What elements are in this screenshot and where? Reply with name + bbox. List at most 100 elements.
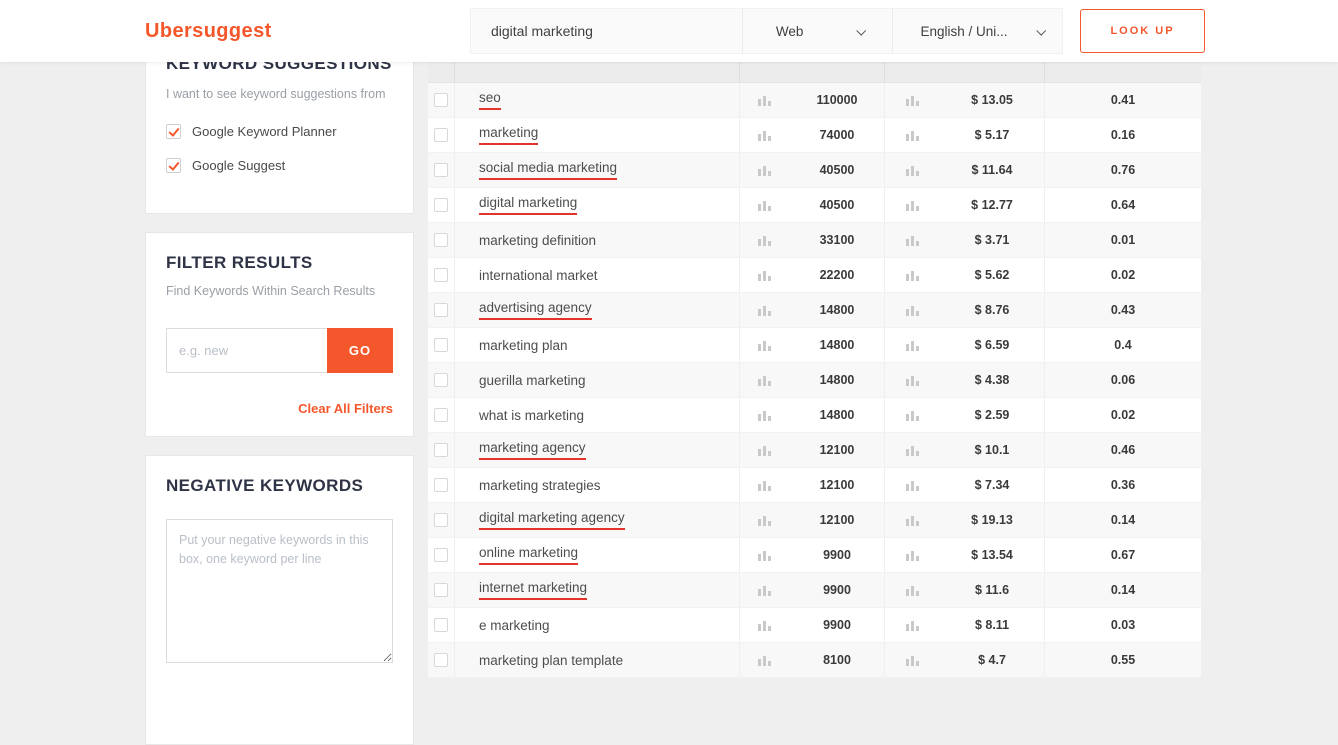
clear-all-filters-link[interactable]: Clear All Filters: [166, 401, 393, 416]
volume-bar-chart-icon[interactable]: [758, 479, 772, 491]
row-checkbox[interactable]: [434, 478, 448, 492]
row-checkbox[interactable]: [434, 268, 448, 282]
cpc-bar-chart-icon[interactable]: [906, 619, 920, 631]
volume-bar-chart-icon[interactable]: [758, 374, 772, 386]
cpc-bar-chart-icon[interactable]: [906, 444, 920, 456]
cpc-bar-chart-icon[interactable]: [906, 654, 920, 666]
competition-value: 0.43: [1111, 303, 1135, 317]
keyword-link[interactable]: online marketing: [479, 545, 578, 565]
cpc-value: $ 5.62: [975, 268, 1010, 282]
row-checkbox[interactable]: [434, 303, 448, 317]
row-checkbox[interactable]: [434, 163, 448, 177]
cpc-value: $ 3.71: [975, 233, 1010, 247]
source-google-suggest[interactable]: Google Suggest: [166, 158, 393, 173]
keyword-link[interactable]: advertising agency: [479, 300, 592, 320]
table-row: seo 110000 $ 13.05 0.41: [428, 83, 1201, 118]
keyword-link[interactable]: marketing strategies: [479, 478, 601, 493]
volume-bar-chart-icon[interactable]: [758, 619, 772, 631]
cpc-bar-chart-icon[interactable]: [906, 94, 920, 106]
source-google-keyword-planner[interactable]: Google Keyword Planner: [166, 124, 393, 139]
row-checkbox[interactable]: [434, 653, 448, 667]
cpc-value: $ 13.05: [971, 93, 1013, 107]
keyword-search-input[interactable]: [471, 9, 742, 53]
ubersuggest-logo[interactable]: Ubersuggest: [145, 20, 272, 43]
cpc-bar-chart-icon[interactable]: [906, 164, 920, 176]
row-checkbox[interactable]: [434, 128, 448, 142]
cpc-bar-chart-icon[interactable]: [906, 584, 920, 596]
volume-bar-chart-icon[interactable]: [758, 234, 772, 246]
filter-keyword-input[interactable]: [166, 328, 327, 373]
competition-value: 0.16: [1111, 128, 1135, 142]
negative-keywords-textarea[interactable]: [166, 519, 393, 663]
row-checkbox[interactable]: [434, 198, 448, 212]
row-checkbox[interactable]: [434, 373, 448, 387]
competition-value: 0.06: [1111, 373, 1135, 387]
search-volume-value: 22200: [820, 268, 855, 282]
volume-bar-chart-icon[interactable]: [758, 269, 772, 281]
filter-results-card: FILTER RESULTS Find Keywords Within Sear…: [145, 232, 414, 437]
keyword-link[interactable]: guerilla marketing: [479, 373, 586, 388]
volume-bar-chart-icon[interactable]: [758, 199, 772, 211]
volume-bar-chart-icon[interactable]: [758, 304, 772, 316]
keyword-link[interactable]: marketing definition: [479, 233, 596, 248]
volume-bar-chart-icon[interactable]: [758, 444, 772, 456]
volume-bar-chart-icon[interactable]: [758, 584, 772, 596]
row-checkbox[interactable]: [434, 338, 448, 352]
volume-bar-chart-icon[interactable]: [758, 129, 772, 141]
keyword-link[interactable]: international market: [479, 268, 598, 283]
keyword-link[interactable]: seo: [479, 90, 501, 110]
volume-bar-chart-icon[interactable]: [758, 514, 772, 526]
keyword-link[interactable]: social media marketing: [479, 160, 617, 180]
cpc-bar-chart-icon[interactable]: [906, 339, 920, 351]
volume-bar-chart-icon[interactable]: [758, 94, 772, 106]
volume-bar-chart-icon[interactable]: [758, 549, 772, 561]
row-checkbox[interactable]: [434, 583, 448, 597]
row-checkbox[interactable]: [434, 548, 448, 562]
search-volume-value: 14800: [820, 373, 855, 387]
cpc-value: $ 8.76: [975, 303, 1010, 317]
checkbox-checked-icon[interactable]: [166, 158, 181, 173]
keyword-link[interactable]: marketing agency: [479, 440, 586, 460]
row-checkbox[interactable]: [434, 443, 448, 457]
cpc-bar-chart-icon[interactable]: [906, 374, 920, 386]
cpc-value: $ 2.59: [975, 408, 1010, 422]
top-header: Ubersuggest Web English / Uni... LOOK UP: [0, 0, 1338, 62]
cpc-bar-chart-icon[interactable]: [906, 409, 920, 421]
table-row: digital marketing agency 12100 $ 19.13 0…: [428, 503, 1201, 538]
keyword-link[interactable]: marketing: [479, 125, 538, 145]
row-checkbox[interactable]: [434, 408, 448, 422]
cpc-bar-chart-icon[interactable]: [906, 549, 920, 561]
cpc-value: $ 8.11: [975, 618, 1009, 632]
volume-bar-chart-icon[interactable]: [758, 409, 772, 421]
keyword-link[interactable]: digital marketing: [479, 195, 577, 215]
language-locale-dropdown[interactable]: English / Uni...: [892, 9, 1062, 53]
cpc-bar-chart-icon[interactable]: [906, 234, 920, 246]
cpc-bar-chart-icon[interactable]: [906, 199, 920, 211]
row-checkbox[interactable]: [434, 93, 448, 107]
keyword-link[interactable]: internet marketing: [479, 580, 587, 600]
look-up-button[interactable]: LOOK UP: [1080, 9, 1205, 53]
search-type-value: Web: [776, 24, 804, 39]
row-checkbox[interactable]: [434, 618, 448, 632]
keyword-link[interactable]: digital marketing agency: [479, 510, 625, 530]
cpc-bar-chart-icon[interactable]: [906, 479, 920, 491]
search-volume-value: 40500: [820, 163, 855, 177]
volume-bar-chart-icon[interactable]: [758, 164, 772, 176]
cpc-bar-chart-icon[interactable]: [906, 304, 920, 316]
search-type-dropdown[interactable]: Web: [742, 9, 892, 53]
row-checkbox[interactable]: [434, 513, 448, 527]
keyword-link[interactable]: marketing plan template: [479, 653, 623, 668]
keyword-link[interactable]: e marketing: [479, 618, 550, 633]
cpc-bar-chart-icon[interactable]: [906, 269, 920, 281]
checkbox-checked-icon[interactable]: [166, 124, 181, 139]
volume-bar-chart-icon[interactable]: [758, 339, 772, 351]
row-checkbox[interactable]: [434, 233, 448, 247]
keyword-link[interactable]: marketing plan: [479, 338, 568, 353]
cpc-bar-chart-icon[interactable]: [906, 129, 920, 141]
go-button[interactable]: GO: [327, 328, 393, 373]
volume-bar-chart-icon[interactable]: [758, 654, 772, 666]
keyword-link[interactable]: what is marketing: [479, 408, 584, 423]
competition-value: 0.02: [1111, 268, 1135, 282]
cpc-bar-chart-icon[interactable]: [906, 514, 920, 526]
table-row: advertising agency 14800 $ 8.76 0.43: [428, 293, 1201, 328]
